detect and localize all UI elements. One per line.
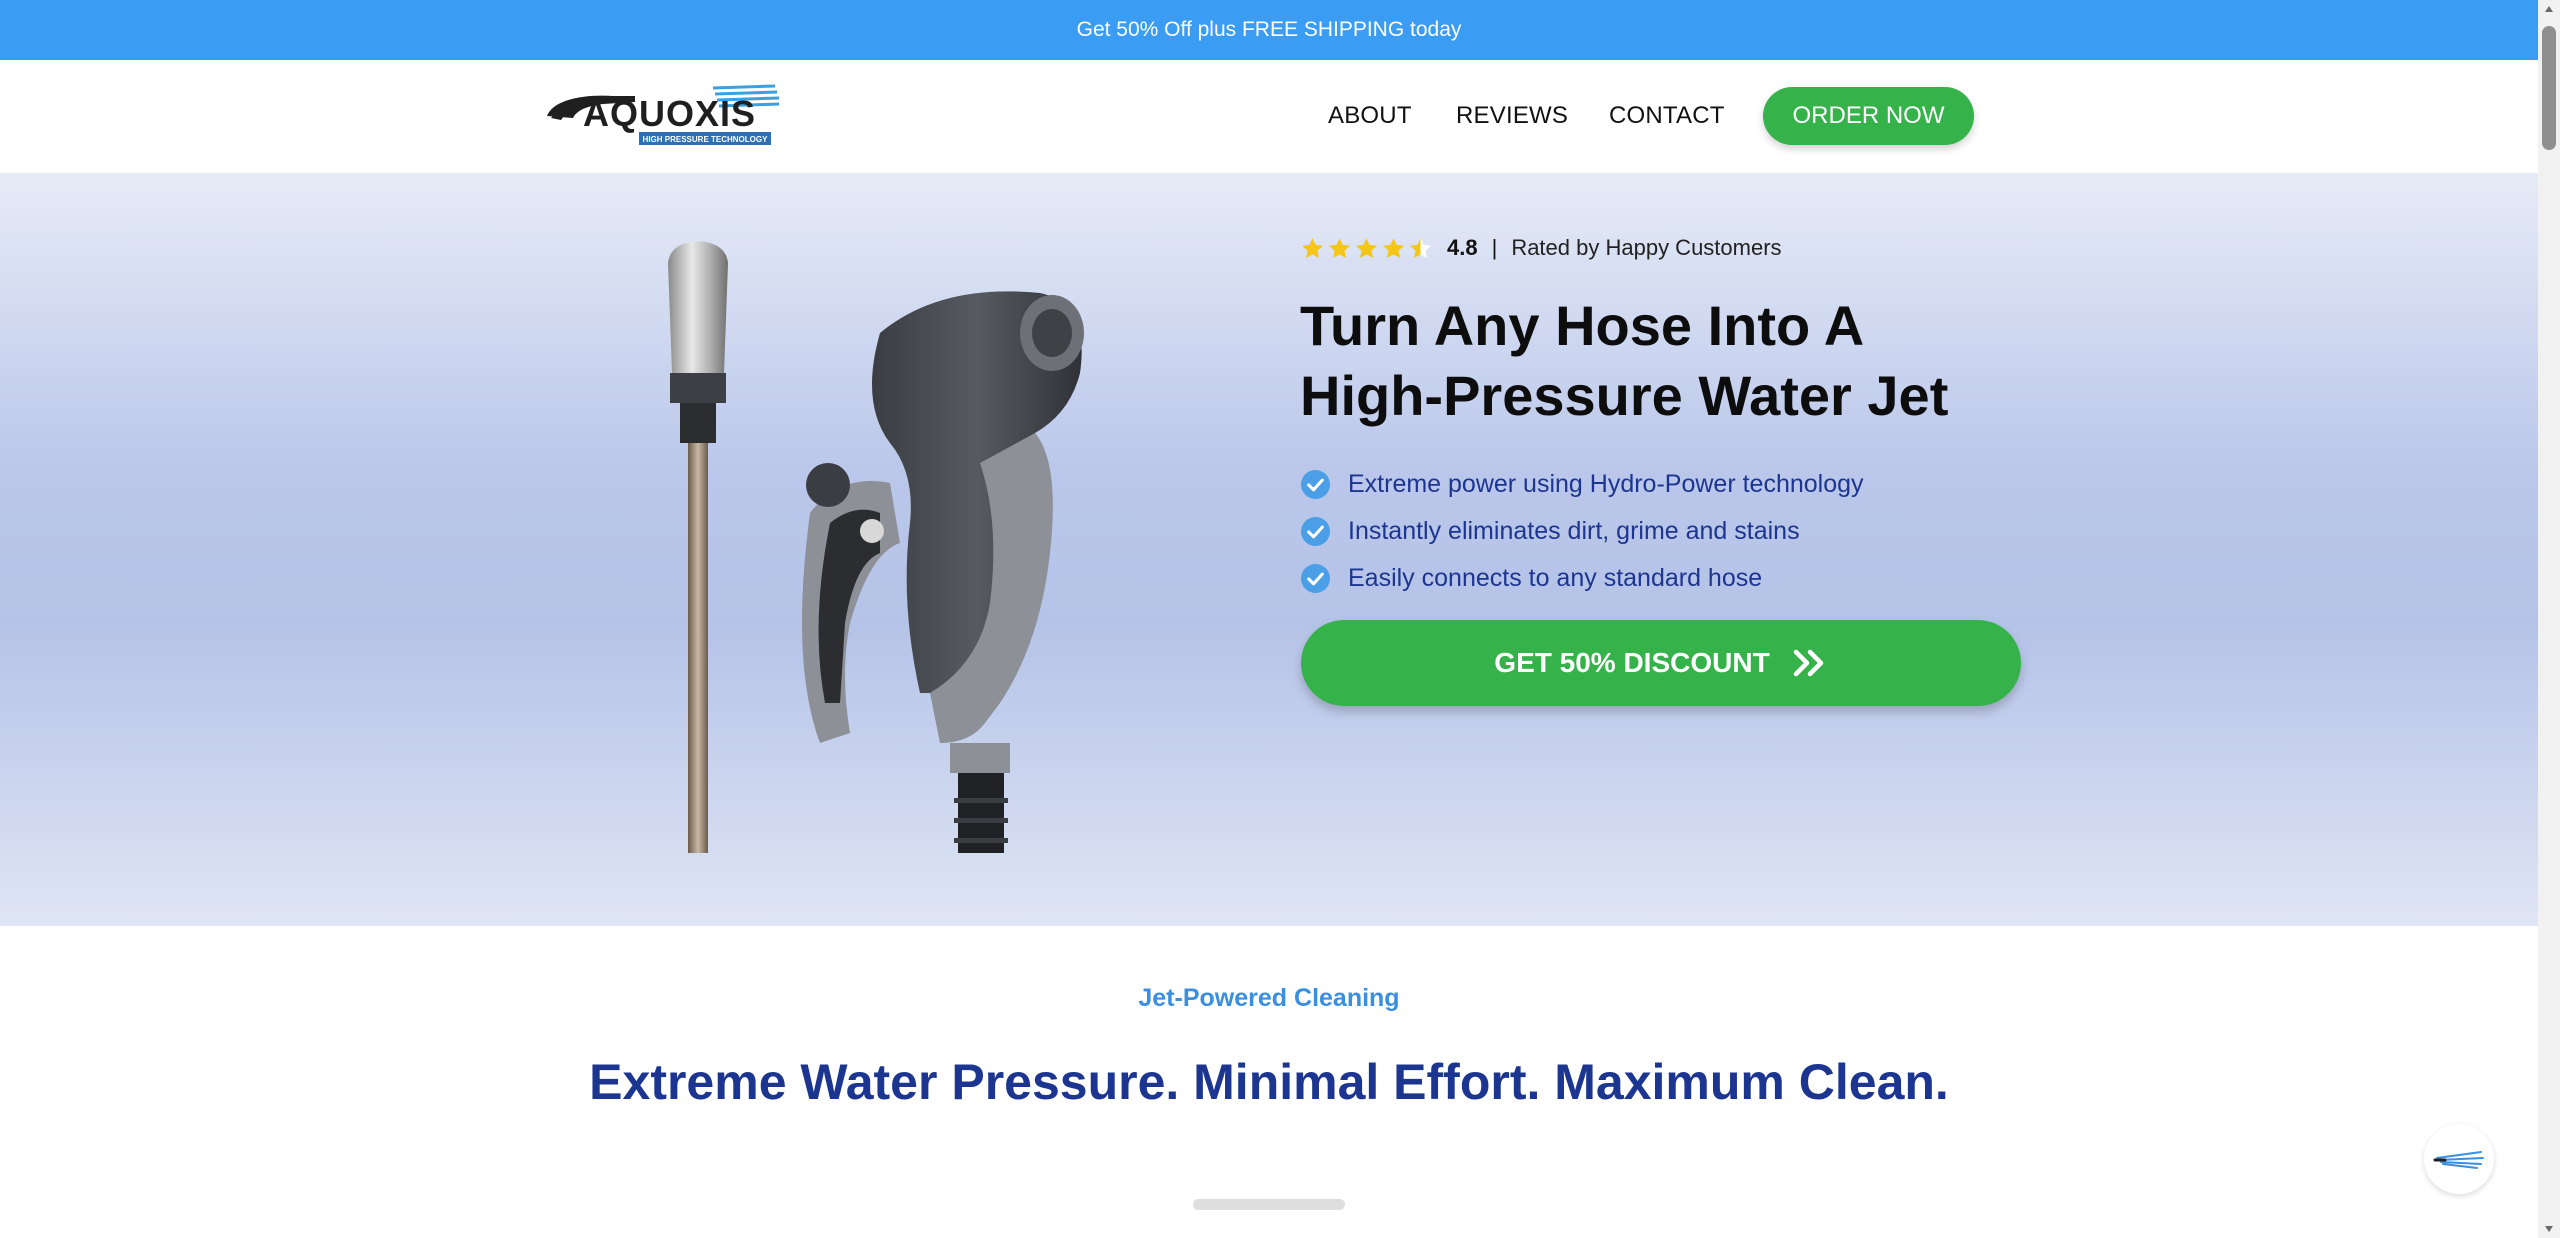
scroll-down-arrow-icon[interactable]: [2538, 1220, 2560, 1238]
feature-text: Instantly eliminates dirt, grime and sta…: [1348, 517, 1800, 545]
hero-title: Turn Any Hose Into A High-Pressure Water…: [1300, 291, 2060, 431]
feature-item: Instantly eliminates dirt, grime and sta…: [1300, 508, 1864, 555]
get-discount-button[interactable]: GET 50% DISCOUNT: [1301, 620, 2021, 706]
hero-title-line-2: High-Pressure Water Jet: [1300, 364, 1949, 427]
rating-text: Rated by Happy Customers: [1511, 235, 1782, 260]
double-chevron-right-icon: [1793, 649, 1823, 677]
vertical-scrollbar[interactable]: [2538, 0, 2560, 1238]
rating-value: 4.8: [1447, 235, 1478, 260]
check-circle-icon: [1300, 516, 1331, 547]
feature-list: Extreme power using Hydro-Power technolo…: [1300, 461, 1864, 602]
spray-nozzle-product-image: [640, 223, 1200, 873]
nav-about[interactable]: ABOUT: [1328, 102, 1412, 130]
promo-text: Get 50% Off plus FREE SHIPPING today: [1076, 18, 1462, 41]
section-title: Extreme Water Pressure. Minimal Effort. …: [589, 1054, 1949, 1110]
logo-tagline: HIGH PRESSURE TECHNOLOGY: [643, 135, 769, 144]
water-jet-icon: [2433, 1151, 2484, 1169]
star-icon: [1356, 237, 1377, 258]
feature-text: Easily connects to any standard hose: [1348, 564, 1763, 592]
chat-widget-button[interactable]: [2424, 1124, 2494, 1194]
feature-item: Easily connects to any standard hose: [1300, 555, 1864, 602]
logo-wordmark: AQUOXIS: [583, 93, 756, 134]
rating-row: 4.8 | Rated by Happy Customers: [1300, 233, 1782, 263]
section-divider: [1193, 1199, 1345, 1210]
hero-title-line-1: Turn Any Hose Into A: [1300, 294, 1865, 357]
check-circle-icon: [1300, 563, 1331, 594]
feature-text: Extreme power using Hydro-Power technolo…: [1348, 470, 1864, 498]
nav-contact[interactable]: CONTACT: [1609, 102, 1725, 130]
star-icon: [1383, 237, 1404, 258]
star-rating: [1300, 236, 1433, 261]
feature-item: Extreme power using Hydro-Power technolo…: [1300, 461, 1864, 508]
star-icon: [1302, 237, 1323, 258]
scroll-up-arrow-icon[interactable]: [2538, 0, 2560, 18]
half-star-icon: [1410, 237, 1431, 258]
rating-separator: |: [1491, 235, 1498, 260]
nav-reviews[interactable]: REVIEWS: [1456, 102, 1568, 130]
brand-logo[interactable]: AQUOXIS HIGH PRESSURE TECHNOLOGY: [543, 82, 783, 148]
site-header: AQUOXIS HIGH PRESSURE TECHNOLOGY ABOUT R…: [0, 60, 2538, 173]
hero-section: 4.8 | Rated by Happy Customers Turn Any …: [0, 173, 2538, 926]
star-icon: [1329, 237, 1350, 258]
discount-button-label: GET 50% DISCOUNT: [1494, 647, 1770, 678]
scrollbar-thumb[interactable]: [2542, 26, 2556, 150]
promo-bar: Get 50% Off plus FREE SHIPPING today: [0, 0, 2538, 60]
check-circle-icon: [1300, 469, 1331, 500]
section-eyebrow: Jet-Powered Cleaning: [1138, 984, 1400, 1012]
order-now-button[interactable]: ORDER NOW: [1763, 87, 1974, 145]
